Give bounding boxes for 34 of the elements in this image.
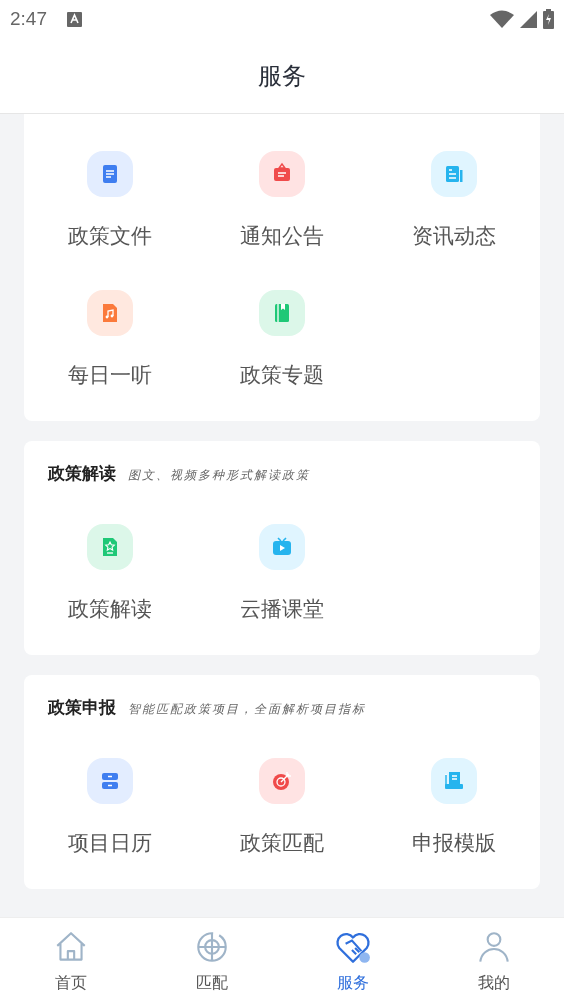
service-label[interactable]: 政策文件 (68, 224, 152, 248)
tab[interactable]: 首页 (0, 918, 141, 1004)
tab[interactable]: 匹配 (141, 918, 282, 1004)
status-time: 2:47 (10, 8, 47, 30)
tv-play-icon[interactable] (259, 524, 305, 570)
service-label[interactable]: 资讯动态 (412, 224, 496, 248)
music-file-icon[interactable] (87, 290, 133, 336)
book-icon[interactable] (259, 290, 305, 336)
document-tray-icon[interactable] (431, 758, 477, 804)
signal-icon (520, 10, 537, 28)
service-label[interactable]: 政策解读 (68, 597, 152, 621)
stack-icon[interactable] (87, 758, 133, 804)
service-label[interactable]: 项目日历 (68, 831, 152, 855)
document-icon[interactable] (87, 151, 133, 197)
notice-board-icon[interactable] (259, 151, 305, 197)
service-label[interactable]: 云播课堂 (240, 597, 324, 621)
wifi-icon (490, 10, 514, 28)
section-subtitle: 智能匹配政策项目，全面解析项目指标 (128, 701, 366, 718)
service-label[interactable]: 政策专题 (240, 363, 324, 387)
tab[interactable]: 服务 (282, 918, 423, 1004)
section-title: 政策解读 (48, 462, 116, 485)
battery-icon (543, 9, 554, 29)
service-label[interactable]: 通知公告 (240, 224, 324, 248)
page-title: 服务 (258, 60, 306, 92)
section-title: 政策申报 (48, 696, 116, 719)
starred-document-icon[interactable] (87, 524, 133, 570)
service-label[interactable]: 申报模版 (412, 831, 496, 855)
service-label[interactable]: 政策匹配 (240, 831, 324, 855)
keyboard-icon (67, 11, 82, 27)
newspaper-icon[interactable] (431, 151, 477, 197)
target-icon[interactable] (259, 758, 305, 804)
tab[interactable]: 我的 (423, 918, 564, 1004)
service-label[interactable]: 每日一听 (68, 363, 152, 387)
section-subtitle: 图文、视频多种形式解读政策 (128, 467, 310, 484)
